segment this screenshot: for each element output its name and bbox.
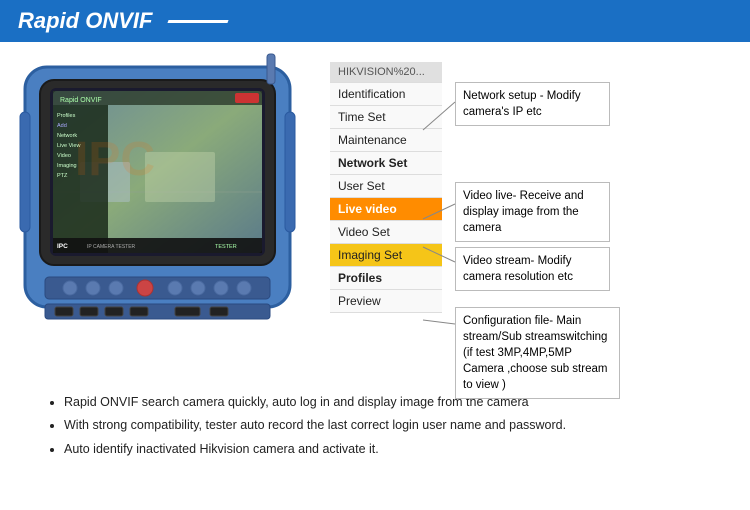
- menu-item-timeset[interactable]: Time Set: [330, 106, 442, 129]
- callout-live-text: Video live- Receive and display image fr…: [463, 190, 584, 234]
- page: Rapid ONVIF: [0, 0, 750, 510]
- svg-text:IPC: IPC: [57, 243, 68, 250]
- callout-profiles: Configuration file- Main stream/Sub stre…: [455, 307, 620, 399]
- header: Rapid ONVIF: [0, 0, 750, 42]
- callout-live: Video live- Receive and display image fr…: [455, 182, 610, 242]
- menu-item-livevideo[interactable]: Live video: [330, 198, 442, 221]
- content-row: Rapid ONVIF Profiles Add Network Live Vi…: [0, 42, 750, 382]
- menu-item-preview[interactable]: Preview: [330, 290, 442, 313]
- device-svg: Rapid ONVIF Profiles Add Network Live Vi…: [15, 52, 310, 362]
- menu-item-identification[interactable]: Identification: [330, 83, 442, 106]
- svg-text:Video: Video: [57, 153, 71, 159]
- menu-item-userset[interactable]: User Set: [330, 175, 442, 198]
- callout-profiles-text: Configuration file- Main stream/Sub stre…: [463, 315, 607, 391]
- menu-item-hikvision[interactable]: HIKVISION%20...: [330, 62, 442, 83]
- menu-item-videoset[interactable]: Video Set: [330, 221, 442, 244]
- svg-text:Imaging: Imaging: [57, 163, 77, 169]
- svg-text:Add: Add: [57, 123, 67, 129]
- header-divider: [168, 20, 229, 23]
- callout-videostream-text: Video stream- Modify camera resolution e…: [463, 255, 573, 283]
- bullet-2: With strong compatibility, tester auto r…: [64, 415, 720, 436]
- menu-item-imagingset[interactable]: Imaging Set: [330, 244, 442, 267]
- svg-text:Network: Network: [57, 133, 77, 139]
- bullet-1: Rapid ONVIF search camera quickly, auto …: [64, 392, 720, 413]
- svg-text:Profiles: Profiles: [57, 113, 76, 119]
- callout-videostream: Video stream- Modify camera resolution e…: [455, 247, 610, 291]
- device-block: Rapid ONVIF Profiles Add Network Live Vi…: [15, 52, 310, 377]
- svg-text:PTZ: PTZ: [57, 173, 68, 179]
- svg-text:IP CAMERA TESTER: IP CAMERA TESTER: [87, 244, 136, 250]
- svg-text:TESTER: TESTER: [215, 244, 237, 250]
- menu-item-maintenance[interactable]: Maintenance: [330, 129, 442, 152]
- bullets-section: Rapid ONVIF search camera quickly, auto …: [0, 382, 750, 472]
- page-title: Rapid ONVIF: [18, 8, 152, 34]
- svg-text:Rapid ONVIF: Rapid ONVIF: [60, 97, 102, 104]
- menu-item-networkset[interactable]: Network Set: [330, 152, 442, 175]
- bullet-3: Auto identify inactivated Hikvision came…: [64, 439, 720, 460]
- svg-text:Live View: Live View: [57, 143, 80, 149]
- menu-item-profiles[interactable]: Profiles: [330, 267, 442, 290]
- right-block: HIKVISION%20... Identification Time Set …: [310, 52, 735, 377]
- callout-network: Network setup - Modify camera's IP etc: [455, 82, 610, 126]
- menu-popup: HIKVISION%20... Identification Time Set …: [330, 62, 442, 313]
- callout-network-text: Network setup - Modify camera's IP etc: [463, 90, 581, 118]
